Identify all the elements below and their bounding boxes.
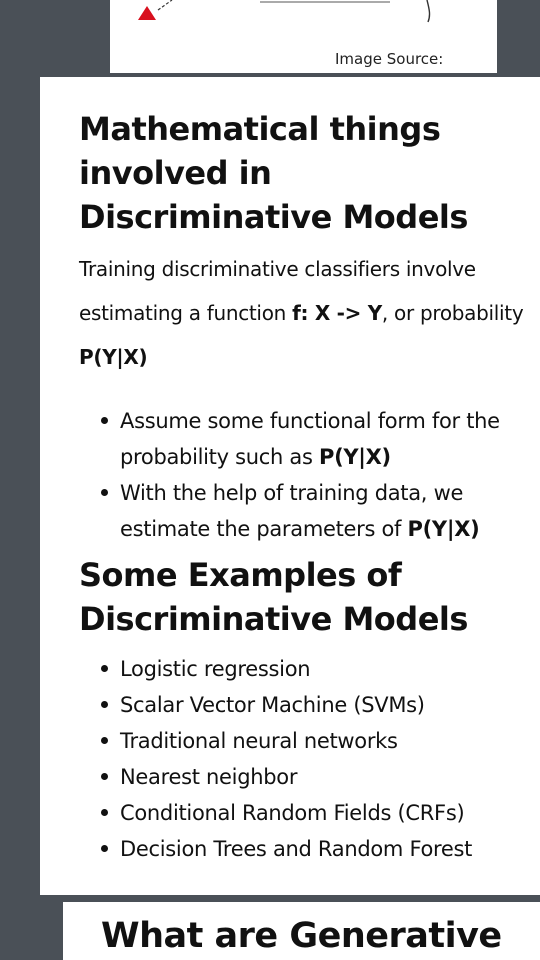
- intro-paragraph: Training discriminative classifiers invo…: [79, 247, 529, 379]
- intro-text-2: , or probability: [381, 301, 524, 325]
- list-item: Logistic regression: [79, 651, 529, 687]
- figure-card: Image Source:: [110, 0, 497, 73]
- section-heading-generative: What are Generative: [101, 916, 502, 956]
- step-bold: P(Y|X): [319, 445, 391, 469]
- section-heading-math: Mathematical things involved in Discrimi…: [79, 110, 468, 236]
- list-item: With the help of training data, we estim…: [79, 475, 529, 547]
- list-item: Assume some functional form for the prob…: [79, 403, 529, 475]
- list-item: Conditional Random Fields (CRFs): [79, 795, 529, 831]
- list-item: Scalar Vector Machine (SVMs): [79, 687, 529, 723]
- list-item: Nearest neighbor: [79, 759, 529, 795]
- section-heading-examples: Some Examples of Discriminative Models: [79, 556, 468, 638]
- step-bold: P(Y|X): [407, 517, 480, 541]
- step-text: Assume some functional form for the prob…: [120, 409, 500, 469]
- intro-formula: f: X -> Y: [292, 301, 382, 325]
- image-source-caption: Image Source:: [335, 50, 444, 68]
- article-card: Mathematical things involved in Discrimi…: [40, 77, 540, 895]
- steps-list: Assume some functional form for the prob…: [79, 403, 529, 547]
- next-section-card: What are Generative: [63, 902, 540, 960]
- list-item: Decision Trees and Random Forest: [79, 831, 529, 867]
- article-content: Mathematical things involved in Discrimi…: [79, 107, 529, 867]
- examples-list: Logistic regression Scalar Vector Machin…: [79, 651, 529, 867]
- intro-probability: P(Y|X): [79, 345, 148, 369]
- list-item: Traditional neural networks: [79, 723, 529, 759]
